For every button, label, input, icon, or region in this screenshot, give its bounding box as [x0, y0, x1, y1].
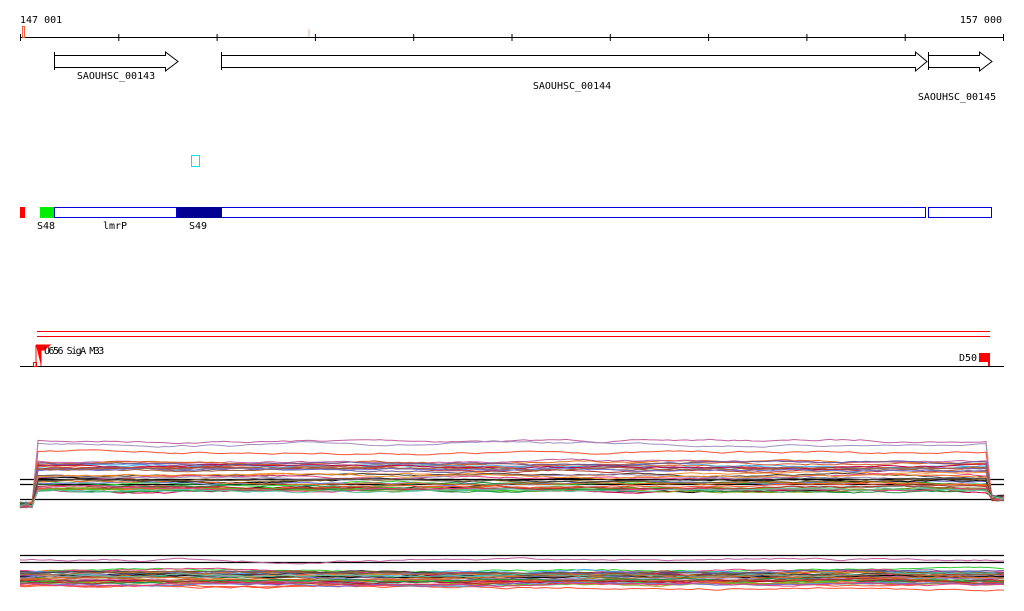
segment-long[interactable]: [221, 207, 926, 218]
segment-label-S49: S49: [189, 221, 207, 232]
gene-SAOUHSC_00143[interactable]: SAOUHSC_00143: [54, 50, 179, 82]
segment-label-S48: S48: [37, 221, 55, 232]
ruler-start-label: 147 001: [20, 15, 62, 26]
gene-label: SAOUHSC_00144: [533, 81, 611, 92]
cyan-marker[interactable]: [191, 155, 200, 167]
segment-red[interactable]: [20, 207, 25, 218]
gene-SAOUHSC_00144[interactable]: SAOUHSC_00144: [221, 50, 928, 92]
gene-SAOUHSC_00145[interactable]: SAOUHSC_00145: [918, 50, 996, 103]
segment-label-lmrP: lmrP: [103, 221, 127, 232]
gene-label: SAOUHSC_00145: [918, 92, 996, 103]
feature-label-right: D50: [959, 353, 977, 364]
coordinate-ruler: 147 001 157 000: [20, 15, 1004, 41]
segment-end[interactable]: [928, 207, 992, 218]
expression-plot-2: [19, 554, 1005, 592]
feature-track: U656 SigA M33 D50: [20, 331, 1004, 367]
feature-label-left: U656 SigA M33: [44, 346, 104, 357]
expression-plot-1: [19, 438, 1005, 509]
genome-browser-canvas[interactable]: 147 001 157 000 SAOUHSC_00143 SAOUHSC_00…: [0, 0, 1024, 611]
position-marker: [22, 26, 25, 38]
segment-lmrP[interactable]: [54, 207, 177, 218]
ruler-end-label: 157 000: [960, 15, 1002, 26]
position-marker-pink: [308, 29, 310, 37]
segment-S48[interactable]: [40, 207, 54, 218]
feature-flag-right[interactable]: [979, 353, 990, 362]
segment-S49[interactable]: [177, 207, 221, 218]
gene-label: SAOUHSC_00143: [77, 71, 155, 82]
segment-track: S48 lmrP S49: [20, 207, 992, 232]
